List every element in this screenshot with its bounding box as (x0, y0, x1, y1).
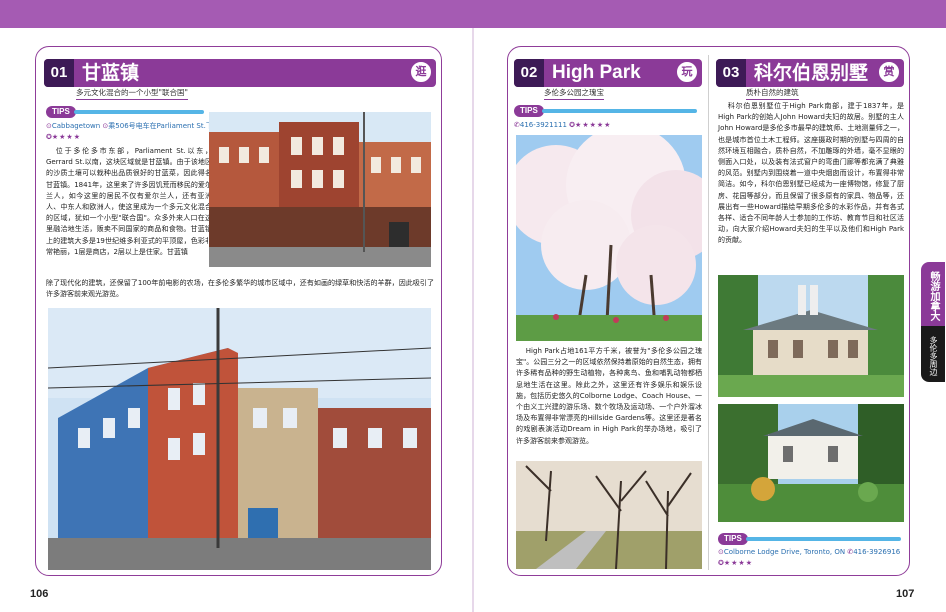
section-header-high-park: 02 High Park 玩 (514, 59, 702, 87)
category-badge: 逛 (409, 60, 433, 84)
right-page: 02 High Park 玩 多伦多公园之瑰宝 TIPS ✆416-392111… (507, 46, 910, 576)
street-photo-top (209, 112, 431, 267)
section-title: 甘蓝镇 (82, 62, 140, 84)
section-header-cabbagetown: 01 甘蓝镇 逛 (44, 59, 436, 87)
tips-info: ✆416-3921111 ✪★★★★★ (514, 120, 704, 131)
section-subtitle: 质朴自然的建筑 (746, 87, 799, 100)
tips-label: TIPS (514, 105, 544, 117)
column-divider (708, 55, 709, 570)
body-paragraph-top: 位于多伦多市东部，Parliament St.以东，Gerrard St.以南，… (46, 147, 212, 256)
book-spine (472, 28, 474, 612)
lodge-garden-photo (718, 404, 904, 522)
tip-rating: ★★★★ (51, 133, 81, 141)
tip-phone: 416-3926916 (853, 548, 901, 556)
section-subtitle: 多元文化混合的一个小型"联合国" (76, 87, 188, 100)
body-paragraph-colborne-lodge: 科尔伯恩别墅位于High Park南部，建于1837年，是High Park的创… (718, 102, 904, 245)
page-number-left: 106 (30, 588, 49, 600)
tip-rating: ★★★★★ (575, 121, 612, 129)
tips-info: ⊙Colborne Lodge Drive, Toronto, ON ✆416-… (718, 547, 908, 569)
side-tab-main: 畅游加拿大 (921, 262, 945, 326)
section-title: 科尔伯恩别墅 (754, 62, 869, 84)
body-paragraph-full: 除了现代化的建筑，还保留了100年前电影的农场，在多伦多繁华的城市区域中，还有如… (46, 279, 434, 299)
tips-label: TIPS (718, 533, 748, 545)
category-badge: 赏 (877, 60, 901, 84)
page-number-right: 107 (896, 588, 915, 600)
tips-underline (542, 109, 697, 113)
tips-underline (74, 110, 204, 114)
top-purple-band (0, 0, 946, 28)
tip-address: Colborne Lodge Drive, Toronto, ON (723, 548, 846, 556)
tips-underline (746, 537, 901, 541)
side-tab-sub: 多伦多周边 (921, 326, 945, 382)
tips-info: ⊙Cabbagetown ⊙乘506号电车在Parliament St.下 ✪★… (46, 121, 216, 143)
tips-label: TIPS (46, 106, 76, 118)
section-title: High Park (552, 62, 641, 83)
street-photo-bottom (48, 308, 431, 570)
category-badge: 玩 (675, 60, 699, 84)
section-subtitle: 多伦多公园之瑰宝 (544, 87, 604, 100)
tip-phone: 416-3921111 (519, 121, 567, 129)
park-path-photo (516, 461, 702, 569)
section-header-colborne-lodge: 03 科尔伯恩别墅 赏 (716, 59, 904, 87)
colborne-lodge-photo (718, 275, 904, 397)
tip-location: Cabbagetown (51, 122, 101, 130)
section-number: 02 (514, 59, 544, 87)
side-chapter-tab: 畅游加拿大 多伦多周边 (921, 262, 946, 382)
body-paragraph-high-park: High Park占地161平方千米，被誉为"多伦多公园之瑰宝"。公园三分之一的… (516, 347, 702, 445)
tip-transit: 乘506号电车在Parliament St.下 (108, 122, 213, 130)
section-number: 01 (44, 59, 74, 87)
tip-rating: ★★★★ (723, 559, 753, 567)
cherry-blossom-photo (516, 135, 702, 341)
left-page: 01 甘蓝镇 逛 多元文化混合的一个小型"联合国" TIPS ⊙Cabbaget… (35, 46, 442, 576)
section-number: 03 (716, 59, 746, 87)
